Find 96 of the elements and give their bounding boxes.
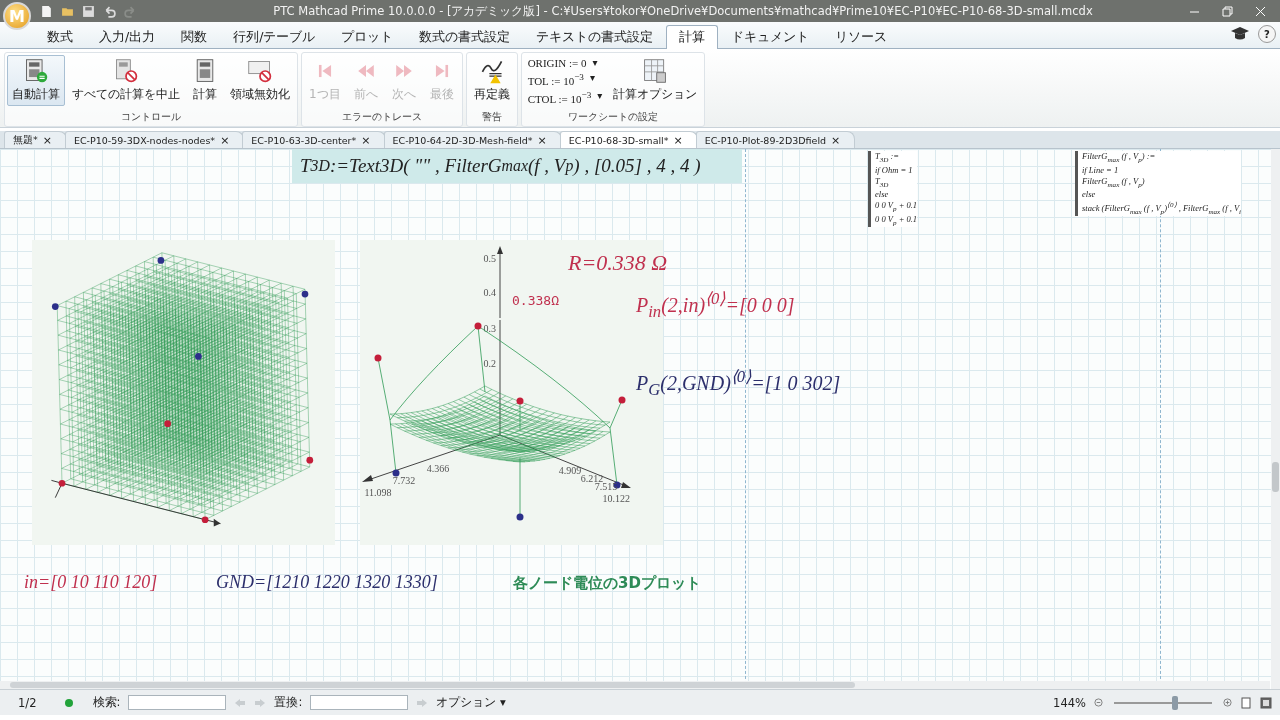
dropdown-caret[interactable]: ▾ [592,57,598,69]
axis-tick-label: 6.212 [580,473,604,484]
close-tab-button[interactable]: × [673,133,683,147]
ribbon-button[interactable]: 自動計算 [7,55,65,106]
slider-thumb[interactable] [1171,695,1178,710]
restore-icon[interactable] [1222,5,1233,17]
document-tab[interactable]: EC-P10-Plot-89-2D3Dfield × [695,131,856,148]
zoom-in-icon[interactable] [1223,698,1232,707]
math-definition: GND=[1210 1220 1320 1330] [216,572,438,593]
setting-value[interactable]: TOL := 10$^{−3}$ [527,72,584,87]
redo-icon[interactable] [124,4,137,18]
dropdown-caret[interactable]: ▾ [597,89,603,105]
region-disable-icon [247,58,273,84]
axis-tick-label: 0.5 [483,253,496,264]
ribbon-tab[interactable]: リソース [822,25,901,48]
ribbon-tab[interactable]: 入力/出力 [86,25,169,48]
ribbon-button[interactable]: 計算オプション [608,55,703,106]
program-line: 0 0 V$_{p}$ + 0.1 [875,214,918,227]
close-tab-button[interactable]: × [42,133,52,147]
ribbon-tab[interactable]: 関数 [168,25,221,48]
program-line: if Line = 1 [1082,164,1120,175]
axis-tick-label: 0.3 [483,323,496,334]
ribbon-button[interactable]: すべての計算を中止 [67,55,185,106]
ribbon-button[interactable]: 計算 [187,55,223,106]
program-line: else [875,189,890,200]
calculator-stop-icon [113,58,139,84]
ribbon-tab[interactable]: 数式 [34,25,86,48]
worksheet-options-icon [642,58,669,84]
document-tab[interactable]: EC-P10-59-3DX-nodes-nodes* × [64,131,245,148]
program-line: T$_{3D}$ := [875,151,901,164]
document-tab[interactable]: EC-P10-64-2D-3D-Mesh-field* × [383,131,562,148]
search-field[interactable] [128,695,227,710]
replace-label: 置換: [274,695,303,710]
program-line: else [1082,189,1097,200]
ribbon-tab[interactable]: テキストの書式設定 [523,25,667,48]
status-dot [64,698,73,707]
ribbon-button[interactable]: 再定義 [468,55,515,106]
group-label: ワークシートの設定 [566,110,659,124]
program-line: T$_{3D}$ [875,175,890,189]
vertical-scrollbar[interactable] [1271,149,1280,689]
draft-view-icon[interactable] [1260,696,1272,709]
close-icon[interactable] [1255,5,1266,17]
zoom-out-icon[interactable] [1094,698,1103,707]
program-line: stack (FilterG$_{max}$ (f , V$_{p}$)$^{⟨0⟩}$ , FilterG$_{max}$ (f , V$_{i}$ [1082,200,1242,216]
axis-tick-label: 0.4 [483,287,496,298]
close-tab-button[interactable]: × [537,133,547,147]
setting-value[interactable]: ORIGIN := 0 [527,57,587,69]
dropdown-caret[interactable]: ▾ [589,72,595,87]
save-icon[interactable] [82,4,95,18]
close-tab-button[interactable]: × [831,133,841,147]
search-label: 検索: [92,695,121,710]
program-line: 0 0 V$_{p}$ + 0.1 [875,200,918,214]
document-tab[interactable]: EC-P10-68-3D-small* × [559,131,698,148]
ribbon-tab[interactable]: 数式の書式設定 [406,25,524,48]
program-line: if Ohm = 1 [875,164,914,175]
axis-tick-label: 4.909 [558,465,582,476]
close-tab-button[interactable]: × [361,133,371,147]
axis-tick-label: 10.122 [602,493,630,504]
math-result: P$_{in}$(2,in)$^{⟨0⟩}$=[0 0 0] [636,289,795,322]
math-result: R=0.338 Ω [568,250,668,276]
ribbon-tab[interactable]: ドキュメント [718,25,823,48]
document-tab[interactable]: EC-P10-63-3D-center* × [242,131,386,148]
new-file-icon[interactable] [40,4,53,18]
axis-tick-label: 7.732 [392,475,416,486]
help-button[interactable]: ? [1258,25,1276,43]
plot-annotation: 0.338Ω [512,293,559,308]
options-dropdown[interactable]: オプション ▾ [436,695,506,710]
group-label: 警告 [480,110,503,124]
program-line: FilterG$_{max}$ (f , V$_{p}$) [1082,175,1146,189]
math-result: P$_{G}$(2,GND)$^{⟨0⟩}$=[1 0 302] [636,367,841,400]
horizontal-scrollbar[interactable] [0,681,1270,689]
program-line: FilterG$_{max}$ (f , V$_{p}$) := [1082,151,1157,164]
heading-text: 各ノード電位の3Dプロット [513,574,701,593]
axis-arrow [497,246,503,318]
ribbon-tab[interactable]: プロット [328,25,407,48]
ribbon-button[interactable]: 領域無効化 [225,55,295,106]
undo-icon[interactable] [103,4,116,18]
replace-field[interactable] [310,695,409,710]
zoom-level: 144% [1053,695,1086,710]
page-view-icon[interactable] [1240,696,1252,709]
close-tab-button[interactable]: × [220,133,230,147]
group-label: コントロール [120,110,182,124]
axis-tick-label: 4.366 [426,463,450,474]
axis-tick-label: 11.098 [364,487,392,498]
document-tab[interactable]: 無題* × [4,131,67,148]
page-indicator: 1/2 [18,695,37,710]
setting-value[interactable]: CTOL := 10$^{−3}$ [527,89,592,105]
calculator-icon [23,58,49,84]
axis-tick-label: 0.2 [483,358,496,369]
group-label: エラーのトレース [340,110,423,124]
ribbon-tab[interactable]: 行列/テーブル [220,25,329,48]
zoom-slider[interactable] [1111,695,1215,710]
ribbon-tab[interactable]: 計算 [666,25,719,49]
axis-tick-label: 7.515 [594,481,618,492]
math-definition: in=[0 10 110 120] [24,572,158,593]
window-title: PTC Mathcad Prime 10.0.0.0 - [アカデミック版] - C:¥Users¥tokor¥OneDrive¥Documents¥mathcad¥Prime10¥EC-P10¥EC-P10-68-3D-small.mcdx [272,3,1094,19]
